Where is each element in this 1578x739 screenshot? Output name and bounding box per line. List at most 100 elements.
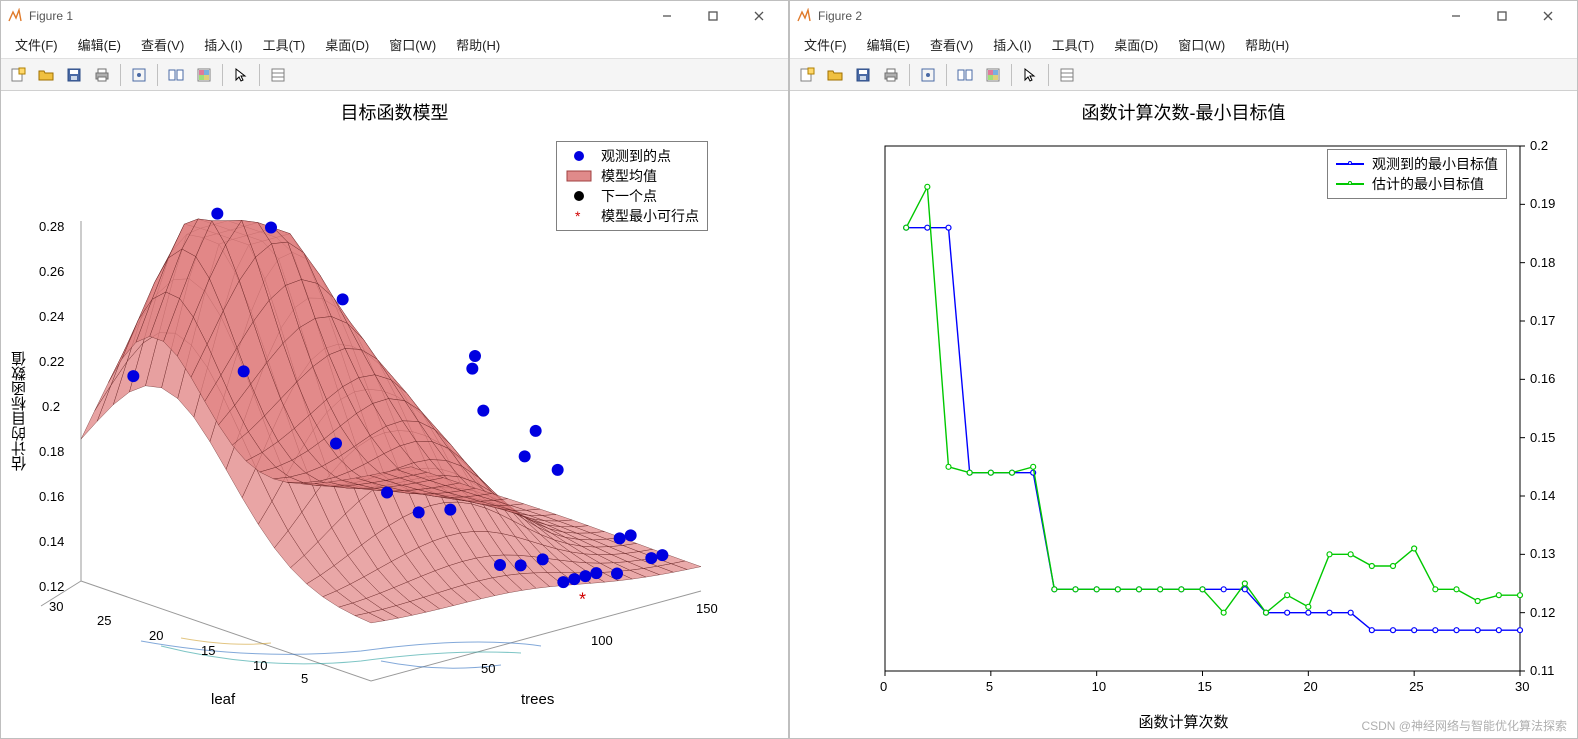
figure-2-axes[interactable]: 函数计算次数-最小目标值 0.110.120.130.140.150.160.1… <box>790 91 1577 738</box>
x-tick: 0 <box>880 679 887 694</box>
menu-insert[interactable]: 插入(I) <box>194 31 252 59</box>
legend-1[interactable]: 观测到的点 模型均值 下一个点 * 模型最小可行点 <box>556 141 708 231</box>
link-icon[interactable] <box>952 62 978 88</box>
colorbar-icon[interactable] <box>980 62 1006 88</box>
menu-tools[interactable]: 工具(T) <box>253 31 316 59</box>
figure-2-window: Figure 2 文件(F) 编辑(E) 查看(V) 插入(I) 工具(T) 桌… <box>789 0 1578 739</box>
window-buttons-2 <box>1433 1 1571 31</box>
legend-label: 模型最小可行点 <box>601 206 699 226</box>
legend-label: 模型均值 <box>601 166 657 186</box>
legend-label: 观测到的最小目标值 <box>1372 154 1498 174</box>
menu-insert[interactable]: 插入(I) <box>983 31 1041 59</box>
figure-1-window: Figure 1 文件(F) 编辑(E) 查看(V) 插入(I) 工具(T) 桌… <box>0 0 789 739</box>
legend-item: 下一个点 <box>565 186 699 206</box>
figure-2-title: Figure 2 <box>818 9 1433 23</box>
z-tick: 0.24 <box>39 309 64 324</box>
toolbar-separator <box>1011 64 1012 86</box>
toolbar-separator <box>1048 64 1049 86</box>
maximize-button[interactable] <box>1479 1 1525 31</box>
x-axis-label: trees <box>521 691 554 708</box>
menu-edit[interactable]: 编辑(E) <box>857 31 920 59</box>
window-buttons-1 <box>644 1 782 31</box>
save-icon[interactable] <box>61 62 87 88</box>
y-tick: 0.2 <box>1530 138 1548 153</box>
menu-window[interactable]: 窗口(W) <box>379 31 446 59</box>
z-tick: 0.28 <box>39 219 64 234</box>
link-icon[interactable] <box>163 62 189 88</box>
minimize-button[interactable] <box>1433 1 1479 31</box>
z-tick: 0.14 <box>39 534 64 549</box>
minimize-button[interactable] <box>644 1 690 31</box>
colorbar-icon[interactable] <box>191 62 217 88</box>
y-tick: 10 <box>253 658 267 673</box>
x-tick: 100 <box>591 633 613 648</box>
x-axis-label-2: 函数计算次数 <box>1138 711 1228 732</box>
new-figure-icon[interactable] <box>5 62 31 88</box>
legend-label: 观测到的点 <box>601 146 671 166</box>
close-button[interactable] <box>1525 1 1571 31</box>
z-tick: 0.18 <box>39 444 64 459</box>
titlebar-1: Figure 1 <box>1 1 788 31</box>
menu-window[interactable]: 窗口(W) <box>1168 31 1235 59</box>
legend-label: 下一个点 <box>601 186 657 206</box>
menubar-2: 文件(F) 编辑(E) 查看(V) 插入(I) 工具(T) 桌面(D) 窗口(W… <box>790 31 1577 59</box>
pointer-icon[interactable] <box>1017 62 1043 88</box>
y-tick: 0.19 <box>1530 196 1555 211</box>
toolbar-separator <box>157 64 158 86</box>
print-icon[interactable] <box>878 62 904 88</box>
maximize-button[interactable] <box>690 1 736 31</box>
svg-text:*: * <box>579 590 586 610</box>
menu-view[interactable]: 查看(V) <box>920 31 983 59</box>
menu-view[interactable]: 查看(V) <box>131 31 194 59</box>
x-tick: 50 <box>481 661 495 676</box>
toolbar-separator <box>946 64 947 86</box>
toolbar-separator <box>909 64 910 86</box>
x-tick: 10 <box>1092 679 1106 694</box>
menu-file[interactable]: 文件(F) <box>5 31 68 59</box>
z-tick: 0.16 <box>39 489 64 504</box>
menu-help[interactable]: 帮助(H) <box>1235 31 1299 59</box>
legend-item: 观测到的最小目标值 <box>1336 154 1498 174</box>
open-icon[interactable] <box>33 62 59 88</box>
new-figure-icon[interactable] <box>794 62 820 88</box>
menu-tools[interactable]: 工具(T) <box>1042 31 1105 59</box>
datacursor-icon[interactable] <box>126 62 152 88</box>
toolbar-2 <box>790 59 1577 91</box>
menu-desktop[interactable]: 桌面(D) <box>315 31 379 59</box>
legend-2[interactable]: 观测到的最小目标值 估计的最小目标值 <box>1327 149 1507 199</box>
green-line-icon <box>1336 183 1364 185</box>
legend-label: 估计的最小目标值 <box>1372 174 1484 194</box>
brush-icon[interactable] <box>265 62 291 88</box>
figure-1-axes[interactable]: 目标函数模型 * <box>1 91 788 738</box>
y-axis-label: leaf <box>211 691 235 708</box>
menu-help[interactable]: 帮助(H) <box>446 31 510 59</box>
brush-icon[interactable] <box>1054 62 1080 88</box>
y-tick: 0.12 <box>1530 605 1555 620</box>
matlab-icon <box>7 8 23 24</box>
close-button[interactable] <box>736 1 782 31</box>
z-tick: 0.2 <box>42 399 60 414</box>
menu-desktop[interactable]: 桌面(D) <box>1104 31 1168 59</box>
toolbar-separator <box>222 64 223 86</box>
x-tick: 25 <box>1409 679 1423 694</box>
y-tick: 0.16 <box>1530 371 1555 386</box>
menu-edit[interactable]: 编辑(E) <box>68 31 131 59</box>
z-tick: 0.22 <box>39 354 64 369</box>
z-tick: 0.26 <box>39 264 64 279</box>
y-tick: 0.13 <box>1530 546 1555 561</box>
y-tick: 0.15 <box>1530 430 1555 445</box>
y-tick: 0.18 <box>1530 255 1555 270</box>
legend-item: 观测到的点 <box>565 146 699 166</box>
pointer-icon[interactable] <box>228 62 254 88</box>
titlebar-2: Figure 2 <box>790 1 1577 31</box>
x-tick: 30 <box>1515 679 1529 694</box>
legend-item: 模型均值 <box>565 166 699 186</box>
open-icon[interactable] <box>822 62 848 88</box>
menu-file[interactable]: 文件(F) <box>794 31 857 59</box>
save-icon[interactable] <box>850 62 876 88</box>
z-axis-label: 估计的目标函数值 <box>9 351 30 471</box>
datacursor-icon[interactable] <box>915 62 941 88</box>
print-icon[interactable] <box>89 62 115 88</box>
y-tick: 15 <box>201 643 215 658</box>
y-tick: 5 <box>301 671 308 686</box>
